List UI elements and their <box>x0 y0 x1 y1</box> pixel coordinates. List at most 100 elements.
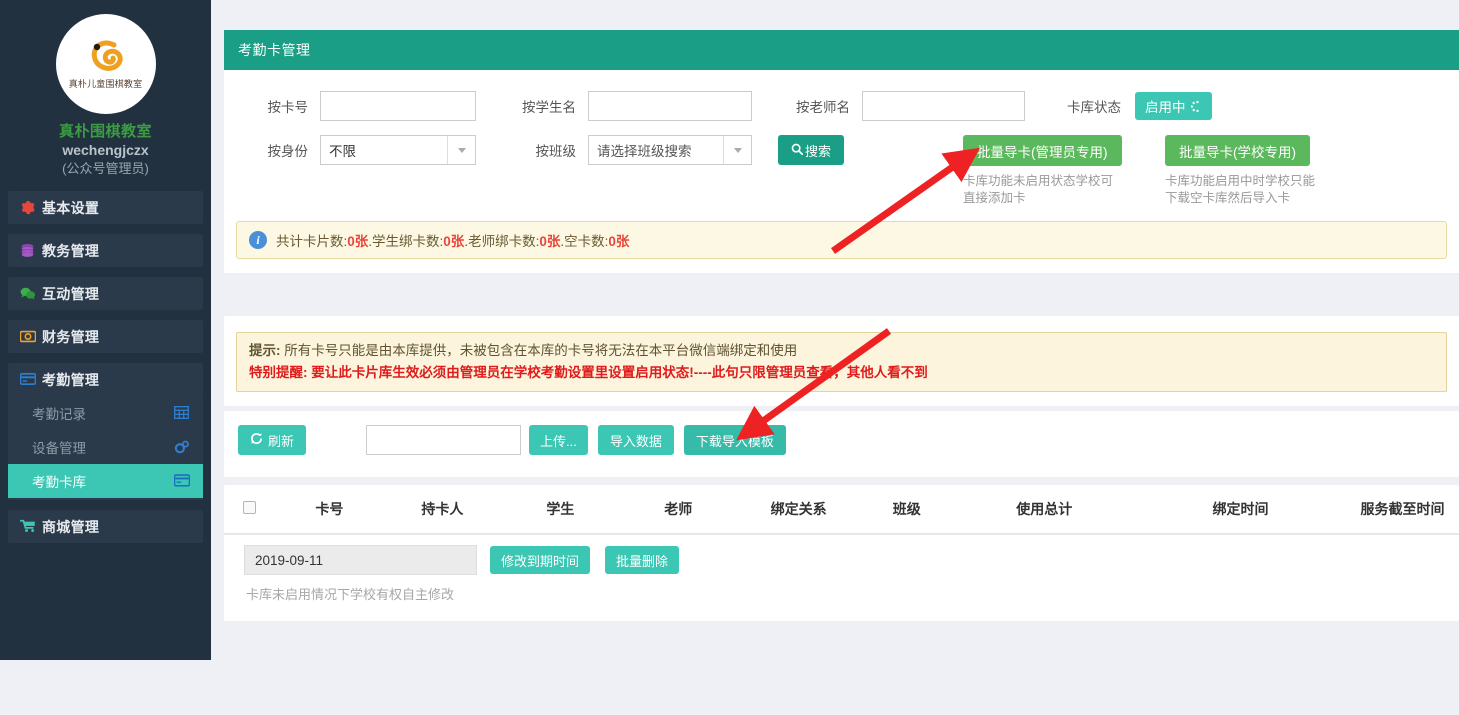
identity-select-value: 不限 <box>329 144 356 159</box>
sidebar-item-attendance-records[interactable]: 考勤记录 <box>8 396 203 430</box>
field-student: 按学生名 <box>512 91 752 121</box>
sidebar-item-attendance-card-library[interactable]: 考勤卡库 <box>8 464 203 498</box>
sidebar-item-device-management[interactable]: 设备管理 <box>8 430 203 464</box>
menu-group-academic: 教务管理 <box>8 234 203 267</box>
sidebar-item-interaction-management[interactable]: 互动管理 <box>8 277 203 310</box>
col-card-no[interactable]: 卡号 <box>275 485 384 535</box>
class-select[interactable]: 请选择班级搜索 <box>588 135 752 165</box>
upload-button[interactable]: 上传... <box>529 425 588 455</box>
search-button-label: 搜索 <box>805 143 832 159</box>
expiry-row: 2019-09-11 修改到期时间 批量删除 <box>224 535 1459 575</box>
logo-wrap: 真朴儿童围棋教室 <box>0 0 211 114</box>
batch-import-school-button[interactable]: 批量导卡(学校专用) <box>1165 135 1311 166</box>
batch-admin-block: 批量导卡(管理员专用) 卡库功能未启用状态学校可直接添加卡 <box>963 135 1123 207</box>
sidebar-item-label: 基本设置 <box>42 199 100 216</box>
chevron-down-icon <box>723 136 751 164</box>
field-card-no: 按卡号 <box>244 91 476 121</box>
col-bind-time[interactable]: 绑定时间 <box>1135 485 1346 535</box>
sidebar-item-academic-management[interactable]: 教务管理 <box>8 234 203 267</box>
sidebar-item-shop-management[interactable]: 商城管理 <box>8 510 203 543</box>
sidebar-item-basic-settings[interactable]: 基本设置 <box>8 191 203 224</box>
menu-group-interaction: 互动管理 <box>8 277 203 310</box>
search-row-2: 按身份 不限 按班级 请选择班级搜索 搜索 批量导卡(管理员专用) 卡库功能未启… <box>224 128 1459 207</box>
field-card-status: 卡库状态 启用中 <box>1067 92 1212 120</box>
brand-logo: 真朴儿童围棋教室 <box>55 14 156 114</box>
edit-expiry-button[interactable]: 修改到期时间 <box>490 546 591 574</box>
select-all-cell <box>224 485 276 535</box>
sidebar-item-attendance-management[interactable]: 考勤管理 <box>8 363 203 396</box>
field-label: 按老师名 <box>796 100 850 115</box>
attendance-submenu: 考勤记录 设备管理 考勤卡库 <box>8 396 203 500</box>
summary-teacher: 0张 <box>539 234 561 249</box>
info-icon: i <box>249 231 267 249</box>
brand-name-en: wechengjczx <box>62 142 149 158</box>
brand-name-cn: 真朴围棋教室 <box>58 123 152 140</box>
brand-role: (公众号管理员) <box>62 161 149 176</box>
download-template-button[interactable]: 下载导入模板 <box>683 425 786 455</box>
sidebar-item-label: 财务管理 <box>42 328 100 345</box>
summary-seg2: .学生绑卡数: <box>368 234 444 249</box>
select-all-checkbox[interactable] <box>243 501 257 514</box>
batch-import-school-label: 批量导卡(学校专用) <box>1179 144 1297 160</box>
batch-import-admin-button[interactable]: 批量导卡(管理员专用) <box>963 135 1122 166</box>
col-teacher[interactable]: 老师 <box>619 485 738 535</box>
batch-delete-button[interactable]: 批量删除 <box>605 546 680 574</box>
table-header-row: 卡号 持卡人 学生 老师 绑定关系 班级 使用总计 绑定时间 服务截至时间 <box>224 485 1459 535</box>
refresh-button[interactable]: 刷新 <box>238 425 307 455</box>
sidebar-menu: 基本设置 教务管理 互动管理 财务管理 考勤管理 考勤记录 设备管理 考勤卡库 … <box>0 191 211 543</box>
menu-group-basic: 基本设置 <box>8 191 203 224</box>
summary-seg3: .老师绑卡数: <box>464 234 540 249</box>
expiry-date-input[interactable]: 2019-09-11 <box>244 545 477 575</box>
identity-select[interactable]: 不限 <box>320 135 476 165</box>
table-icon <box>174 405 189 421</box>
sidebar: 真朴儿童围棋教室 真朴围棋教室 wechengjczx (公众号管理员) 基本设… <box>0 0 211 660</box>
card-management-panel: 考勤卡管理 按卡号 按学生名 按老师名 卡库状态 启用中 按身份 不限 按班级 … <box>224 30 1459 273</box>
import-data-button[interactable]: 导入数据 <box>597 425 674 455</box>
tips-spacer <box>224 392 1459 406</box>
sidebar-item-finance-management[interactable]: 财务管理 <box>8 320 203 353</box>
download-template-label: 下载导入模板 <box>695 433 774 449</box>
card-table-head: 卡号 持卡人 学生 老师 绑定关系 班级 使用总计 绑定时间 服务截至时间 <box>224 485 1459 535</box>
import-data-label: 导入数据 <box>609 433 662 449</box>
database-icon <box>20 243 35 258</box>
status-badge-text: 启用中 <box>1145 100 1186 115</box>
tips-label: 提示: <box>249 343 281 358</box>
col-usage[interactable]: 使用总计 <box>953 485 1135 535</box>
student-name-input[interactable] <box>588 91 752 121</box>
chevron-down-icon <box>447 136 475 164</box>
logo-caption: 真朴儿童围棋教室 <box>68 78 143 89</box>
cart-icon <box>19 519 35 534</box>
col-service-end[interactable]: 服务截至时间 <box>1345 485 1459 535</box>
batch-delete-label: 批量删除 <box>616 553 669 569</box>
grid-toolbar: 刷新 上传... 导入数据 下载导入模板 <box>224 411 1459 469</box>
sidebar-item-label: 教务管理 <box>42 242 100 259</box>
summary-total: 0张 <box>347 234 369 249</box>
panel-body: 按卡号 按学生名 按老师名 卡库状态 启用中 按身份 不限 按班级 请选择班级搜… <box>224 70 1459 273</box>
money-icon <box>19 329 37 344</box>
card-summary-alert: i 共计卡片数:0张.学生绑卡数:0张.老师绑卡数:0张.空卡数:0张 <box>236 221 1447 259</box>
search-button[interactable]: 搜索 <box>778 135 845 165</box>
sidebar-item-label: 考勤管理 <box>42 371 100 388</box>
upload-button-label: 上传... <box>540 433 577 449</box>
col-holder[interactable]: 持卡人 <box>383 485 502 535</box>
col-binding[interactable]: 绑定关系 <box>737 485 861 535</box>
summary-seg4: .空卡数: <box>560 234 609 249</box>
tips-line-2: 特别提醒: 要让此卡片库生效必须由管理员在学校考勤设置里设置启用状态!----此… <box>249 365 928 380</box>
col-class[interactable]: 班级 <box>860 485 954 535</box>
menu-group-attendance: 考勤管理 考勤记录 设备管理 考勤卡库 <box>8 363 203 500</box>
field-label: 按卡号 <box>267 100 309 115</box>
batch-import-admin-label: 批量导卡(管理员专用) <box>977 144 1108 160</box>
card-no-input[interactable] <box>320 91 476 121</box>
refresh-button-label: 刷新 <box>268 433 295 449</box>
file-path-input[interactable] <box>366 425 522 455</box>
card-status-label: 卡库状态 <box>1067 100 1121 115</box>
teacher-name-input[interactable] <box>862 91 1025 121</box>
spinner-icon <box>1190 100 1202 112</box>
sidebar-subitem-label: 考勤记录 <box>32 407 86 422</box>
cogs-icon <box>174 440 189 455</box>
summary-student: 0张 <box>443 234 465 249</box>
card-status-badge[interactable]: 启用中 <box>1135 92 1212 120</box>
col-student[interactable]: 学生 <box>501 485 620 535</box>
menu-group-finance: 财务管理 <box>8 320 203 353</box>
gear-icon <box>20 200 35 215</box>
